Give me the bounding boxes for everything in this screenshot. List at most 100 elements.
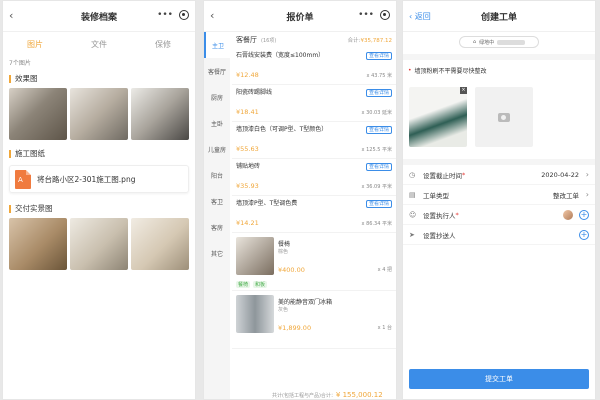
image-file-icon: A bbox=[15, 169, 31, 189]
sidebar-item-balcony[interactable]: 阳台 bbox=[204, 162, 230, 188]
file-icon-label: A bbox=[18, 175, 23, 184]
product-image bbox=[236, 295, 274, 333]
room-total-label: 合计: bbox=[347, 38, 361, 44]
close-target-icon[interactable] bbox=[380, 10, 390, 20]
room-header: 客餐厅 (16项) 合计:¥35,787.12 bbox=[232, 32, 396, 48]
camera-icon bbox=[498, 112, 510, 122]
product-tags: 餐椅 和板 bbox=[236, 281, 268, 288]
quote-content: 客餐厅 (16项) 合计:¥35,787.12 石膏线安装费（宽度≤100mm） … bbox=[232, 32, 396, 399]
item-price: ¥12.48 bbox=[236, 71, 259, 79]
screens-collage: ‹ 装修档案 ••• 图片 文件 保修 7个图片 效果图 施工图纸 A 将台路小… bbox=[0, 0, 600, 400]
add-cc-icon[interactable]: + bbox=[579, 229, 589, 240]
view-detail-button[interactable]: 查看详情 bbox=[365, 52, 392, 60]
photo[interactable] bbox=[131, 218, 189, 270]
avatar bbox=[563, 209, 573, 220]
photo[interactable] bbox=[9, 218, 67, 270]
sidebar-item-master-bath[interactable]: 主卫 bbox=[204, 32, 230, 58]
header: ‹ 返回 创建工单 bbox=[403, 1, 595, 32]
header: ‹ 装修档案 ••• bbox=[3, 1, 195, 32]
tab-images[interactable]: 图片 bbox=[27, 39, 43, 50]
sidebar-item-living-dining[interactable]: 客餐厅 bbox=[204, 58, 230, 84]
view-detail-button[interactable]: 查看详情 bbox=[365, 89, 392, 97]
quote-item: 墙顶漆P型、T型调色费 查看详情 ¥14.21 x 86.34 平米 bbox=[232, 196, 396, 233]
page-title: 创建工单 bbox=[480, 12, 517, 23]
view-detail-button[interactable]: 查看详情 bbox=[365, 163, 392, 171]
room-sidebar: 主卫 客餐厅 厨房 主卧 儿童房 阳台 客卫 客房 其它 bbox=[204, 32, 230, 399]
more-icon[interactable]: ••• bbox=[358, 10, 374, 20]
product-item[interactable]: 餐椅 棕色 ¥400.00 x 4 把 餐椅 和板 bbox=[232, 233, 396, 291]
room-total: 合计:¥35,787.12 bbox=[348, 36, 392, 44]
product-spec: 棕色 bbox=[278, 249, 289, 255]
item-quantity: x 43.75 米 bbox=[366, 73, 392, 79]
cc-row[interactable]: ➤ 设置抄送人 + bbox=[403, 225, 595, 245]
tab-files[interactable]: 文件 bbox=[91, 39, 107, 50]
product-price: ¥1,899.00 bbox=[278, 324, 312, 332]
section-effect: 效果图 bbox=[3, 69, 195, 88]
ticket-type-row[interactable]: ▤ 工单类型 整改工单 › bbox=[403, 185, 595, 205]
view-detail-button[interactable]: 查看详情 bbox=[365, 126, 392, 134]
product-tag: 和板 bbox=[253, 281, 268, 288]
submit-ticket-button[interactable]: 提交工单 bbox=[409, 369, 589, 389]
sidebar-item-kids-room[interactable]: 儿童房 bbox=[204, 136, 230, 162]
item-quantity: x 30.03 延米 bbox=[361, 110, 392, 116]
deadline-row[interactable]: ◷ 设置截止时间 * 2020-04-22 › bbox=[403, 165, 595, 185]
assignee-row[interactable]: ☺ 设置执行人 * + bbox=[403, 205, 595, 225]
file-name: 将台路小区2-301施工图.png bbox=[37, 174, 136, 184]
add-photo-button[interactable] bbox=[475, 87, 533, 147]
required-marker: * bbox=[455, 210, 459, 219]
tab-warranty[interactable]: 保修 bbox=[155, 39, 171, 50]
archive-screen: ‹ 装修档案 ••• 图片 文件 保修 7个图片 效果图 施工图纸 A 将台路小… bbox=[2, 0, 196, 400]
view-detail-button[interactable]: 查看详情 bbox=[365, 200, 392, 208]
attached-photo[interactable]: × bbox=[409, 87, 467, 147]
remove-photo-icon[interactable]: × bbox=[460, 87, 467, 94]
effect-photos bbox=[3, 88, 195, 140]
product-spec: 灰色 bbox=[278, 307, 289, 313]
quote-screen: ‹ 报价单 ••• 主卫 客餐厅 厨房 主卧 儿童房 阳台 客卫 客房 其它 客… bbox=[203, 0, 397, 400]
row-label: 设置抄送人 bbox=[423, 231, 456, 240]
back-button[interactable]: ‹ 返回 bbox=[409, 11, 431, 22]
ticket-description[interactable]: • 墙顶粉刷不平需要尽快整改 bbox=[403, 60, 595, 81]
project-pill[interactable]: ⌂ 绿地中 bbox=[459, 36, 539, 48]
required-marker: * bbox=[462, 170, 466, 179]
item-price: ¥18.41 bbox=[236, 108, 259, 116]
item-price: ¥35.93 bbox=[236, 182, 259, 190]
product-name: 餐椅 bbox=[278, 241, 291, 248]
photo[interactable] bbox=[131, 88, 189, 140]
deadline-value: 2020-04-22 bbox=[541, 170, 579, 179]
quote-footer: 共计(包括工程与产品)合计：¥ 155,000.12 bbox=[232, 391, 396, 399]
room-name: 客餐厅 (16项) bbox=[236, 35, 276, 45]
file-card[interactable]: A 将台路小区2-301施工图.png bbox=[9, 165, 189, 193]
section-construction: 施工图纸 bbox=[3, 144, 195, 163]
attachments: × bbox=[403, 81, 595, 153]
page-title: 报价单 bbox=[286, 12, 314, 23]
sidebar-item-kitchen[interactable]: 厨房 bbox=[204, 84, 230, 110]
description-text: 墙顶粉刷不平需要尽快整改 bbox=[414, 68, 487, 75]
close-target-icon[interactable] bbox=[179, 10, 189, 20]
back-icon[interactable]: ‹ bbox=[210, 9, 214, 22]
item-price: ¥14.21 bbox=[236, 219, 259, 227]
sidebar-item-guest-room[interactable]: 客房 bbox=[204, 214, 230, 240]
sidebar-item-master-bedroom[interactable]: 主卧 bbox=[204, 110, 230, 136]
page-title: 装修档案 bbox=[80, 12, 117, 23]
sidebar-item-guest-bath[interactable]: 客卫 bbox=[204, 188, 230, 214]
add-assignee-icon[interactable]: + bbox=[579, 209, 589, 220]
project-label: 绿地中 bbox=[479, 39, 495, 46]
back-label: 返回 bbox=[414, 12, 431, 21]
photo[interactable] bbox=[9, 88, 67, 140]
delivery-photos bbox=[3, 218, 195, 270]
sidebar-item-other[interactable]: 其它 bbox=[204, 240, 230, 266]
home-icon: ⌂ bbox=[472, 39, 477, 45]
item-quantity: x 125.5 平米 bbox=[361, 147, 392, 153]
back-icon[interactable]: ‹ bbox=[9, 9, 13, 22]
required-marker: • bbox=[408, 67, 412, 74]
quote-item: 墙顶漆白色（可调P型、T型颜色） 查看详情 ¥55.63 x 125.5 平米 bbox=[232, 122, 396, 159]
image-count: 7个图片 bbox=[9, 60, 31, 67]
more-icon[interactable]: ••• bbox=[157, 10, 173, 20]
quote-item: 阳瓷砖踢脚线 查看详情 ¥18.41 x 30.03 延米 bbox=[232, 85, 396, 122]
photo[interactable] bbox=[70, 218, 128, 270]
send-icon: ➤ bbox=[409, 230, 415, 239]
quote-item: 石膏线安装费（宽度≤100mm） 查看详情 ¥12.48 x 43.75 米 bbox=[232, 48, 396, 85]
product-item[interactable]: 美的能静音双门冰箱 灰色 ¥1,899.00 x 1 台 bbox=[232, 291, 396, 349]
ticket-type-value: 整改工单 bbox=[553, 191, 579, 200]
photo[interactable] bbox=[70, 88, 128, 140]
